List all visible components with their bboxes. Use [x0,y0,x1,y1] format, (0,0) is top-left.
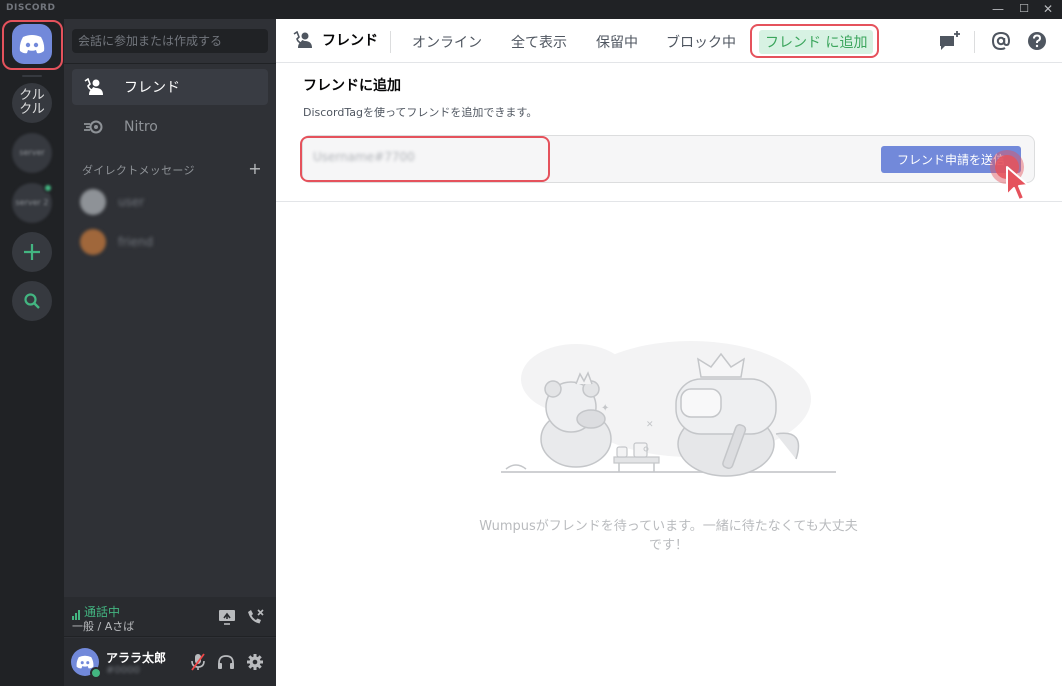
main-content: フレンド オンライン 全て表示 保留中 ブロック中 フレンド に追加 フレンドに… [276,19,1062,686]
server-label: server [19,148,45,157]
gear-icon [247,654,263,670]
tab-all[interactable]: 全て表示 [505,30,573,54]
maximize-button[interactable]: ☐ [1014,1,1034,17]
server-rail: クルクル server server 2 [0,19,64,686]
friends-icon [82,75,106,99]
voice-channel-label: 一般 / Aさば [72,620,135,633]
deafen-button[interactable] [216,652,236,672]
page-title: フレンド [292,30,378,50]
sidebar-item-label: フレンド [124,80,180,96]
friends-icon [293,31,312,48]
svg-text:✦: ✦ [601,403,609,414]
headphones-icon [218,655,234,669]
sidebar-item-label: Nitro [124,119,158,135]
conversation-search-button[interactable]: 会話に参加または作成する [72,29,268,53]
microphone-muted-icon [191,653,205,671]
header-divider [390,31,391,53]
screen-share-button[interactable] [217,607,237,627]
mute-button[interactable] [188,652,208,672]
server-icon[interactable]: server 2 [12,183,53,223]
home-button[interactable] [12,24,52,64]
svg-text:✕: ✕ [646,420,654,430]
dm-header-label: ダイレクトメッセージ [82,164,195,177]
nitro-icon [82,115,106,139]
dm-section-header: ダイレクトメッセージ + [82,159,262,178]
minimize-button[interactable]: — [988,1,1008,17]
empty-state-message: Wumpusがフレンドを待っています。一緒に待たなくても大丈夫です！ [479,519,858,553]
page-title-label: フレンド [322,33,378,49]
online-status-indicator [90,667,102,679]
server-label: server 2 [15,198,49,207]
new-group-dm-icon [940,31,960,50]
tab-online[interactable]: オンライン [406,30,488,54]
sidebar-divider [64,63,276,64]
server-label: クルクル [19,88,45,117]
server-icon[interactable]: server [12,133,52,173]
discord-tag-input-container: Username#7700 フレンド申請を送信 [302,135,1035,183]
discord-logo-icon [19,35,45,54]
tab-pending[interactable]: 保留中 [590,30,644,54]
create-dm-button[interactable]: + [248,159,262,178]
dm-name: friend [118,235,154,249]
voice-connection-panel: 通話中 一般 / Aさば [64,597,276,637]
rail-separator [22,75,42,77]
search-icon [24,293,40,309]
phone-disconnect-icon [248,609,264,624]
channel-sidebar: 会話に参加または作成する フレンド Nitro ダイレクトメッセージ + use… [64,19,276,686]
help-icon [1028,32,1046,50]
help-button[interactable] [1025,29,1049,53]
explore-servers-button[interactable] [12,281,52,321]
server-kurukuru[interactable]: クルクル [12,83,52,123]
discord-logo-icon [76,655,94,669]
screen-share-icon [219,610,235,625]
avatar [80,229,106,255]
add-friend-section: フレンドに追加 DiscordTagを使ってフレンドを追加できます。 Usern… [276,64,1062,202]
mentions-button[interactable] [989,29,1013,53]
app-brand: DISCORD [6,3,56,13]
header-divider [974,31,975,53]
user-settings-button[interactable] [245,652,265,672]
dm-name: user [118,195,145,209]
wumpus-illustration: ✦ ✕ [501,341,836,477]
tab-add-friend[interactable]: フレンド に追加 [759,30,874,54]
username: アララ太郎 [106,651,167,665]
friends-header-bar: フレンド オンライン 全て表示 保留中 ブロック中 フレンド に追加 [276,19,1062,63]
tab-blocked[interactable]: ブロック中 [660,30,742,54]
avatar [80,189,106,215]
user-tag: #0000 [106,665,140,676]
discord-tag-input[interactable]: Username#7700 [313,150,415,164]
close-button[interactable]: ✕ [1038,1,1058,17]
sidebar-item-nitro[interactable]: Nitro [72,109,268,145]
plus-icon [24,244,40,260]
disconnect-button[interactable] [245,607,265,627]
notification-badge [43,183,53,193]
sidebar-item-friends[interactable]: フレンド [72,69,268,105]
dm-list-item[interactable]: friend [72,224,268,260]
title-bar: DISCORD — ☐ ✕ [0,0,1062,19]
dm-list-item[interactable]: user [72,184,268,220]
avatar[interactable] [71,648,102,679]
add-friend-title: フレンドに追加 [303,78,401,94]
add-friend-description: DiscordTagを使ってフレンドを追加できます。 [303,106,538,119]
new-group-dm-button[interactable] [938,29,962,53]
at-sign-icon [991,31,1011,51]
user-panel: アララ太郎 #0000 [64,638,276,686]
add-server-button[interactable] [12,232,52,272]
mouse-cursor-icon [990,150,1029,201]
